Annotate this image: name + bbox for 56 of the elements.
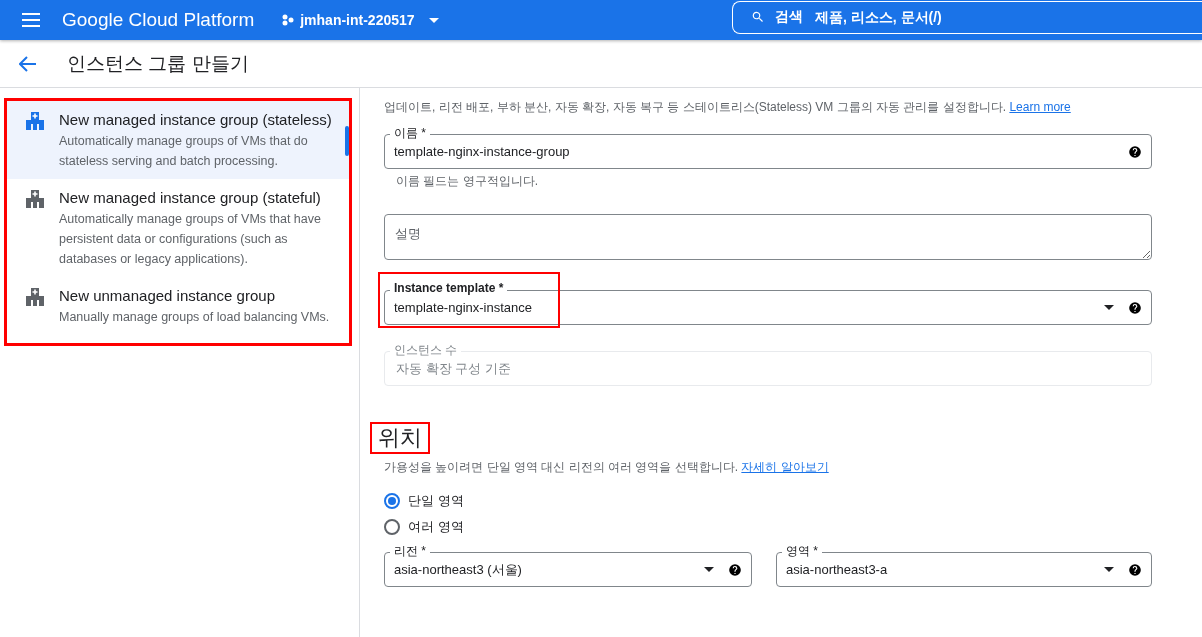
help-icon[interactable]	[1128, 144, 1142, 159]
option-title: New unmanaged instance group	[59, 286, 276, 306]
option-description: Automatically manage groups of VMs that do stateless serving and batch processing.	[59, 133, 309, 170]
group-type-option[interactable]: New managed instance group (stateful) Automatically manage groups of VMs that have persistent data or configurations (such as databases or legacy applications).	[7, 179, 349, 277]
option-title: New managed instance group (stateful)	[59, 188, 322, 208]
help-icon[interactable]	[1128, 300, 1142, 315]
scroll-indicator	[345, 126, 349, 156]
dropdown-caret-icon	[428, 17, 439, 23]
search-field[interactable]: 검색 제품, 리소스, 문서(/)	[732, 0, 1202, 34]
help-icon[interactable]	[1128, 562, 1142, 577]
instance-group-icon	[25, 111, 45, 131]
dropdown-caret-icon	[704, 567, 714, 572]
location-select[interactable]: 영역 * asia-northeast3-a	[776, 543, 1152, 587]
learn-more-link[interactable]: Learn more	[1009, 100, 1071, 114]
field-value: template-nginx-instance	[394, 300, 534, 315]
back-arrow-icon[interactable]	[19, 55, 37, 72]
radio-icon[interactable]	[384, 519, 400, 535]
zone-radio-option[interactable]: 단일 영역	[384, 492, 464, 510]
group-type-option[interactable]: New managed instance group (stateless) Automatically manage groups of VMs that do stateless serving and batch processing.	[7, 101, 349, 179]
location-text: 가용성을 높이려면 단일 영역 대신 리전의 여러 영역을 선택합니다. 자세히 알아보기	[384, 459, 830, 476]
project-selector[interactable]: jmhan-int-220517	[276, 11, 445, 29]
location-select[interactable]: 리전 * asia-northeast3 (서울)	[384, 543, 752, 587]
option-description: Manually manage groups of load balancing VMs.	[59, 309, 330, 326]
field-label: 인스턴스 수	[390, 342, 462, 359]
template-select[interactable]: Instance template * template-nginx-instance	[384, 281, 1152, 325]
field-label: 리전 *	[390, 543, 430, 560]
search-input[interactable]: 제품, 리소스, 문서(/)	[813, 8, 1202, 26]
option-title: New managed instance group (stateless)	[59, 110, 333, 130]
learn-more-link[interactable]: 자세히 알아보기	[741, 460, 829, 474]
name-field[interactable]: 이름 * template-nginx-instance-group	[384, 125, 1152, 169]
field-label: 이름 *	[390, 125, 430, 142]
dropdown-caret-icon	[1104, 305, 1114, 310]
field-value: asia-northeast3 (서울)	[394, 560, 523, 579]
dropdown-caret-icon	[1104, 567, 1114, 572]
search-label: 검색	[775, 8, 803, 26]
instance-group-icon	[25, 189, 45, 209]
field-label: Instance template *	[390, 281, 508, 295]
instance-group-icon	[25, 287, 45, 307]
search-icon	[751, 10, 765, 24]
option-description: Automatically manage groups of VMs that have persistent data or configurations (such as databases or legacy applications).	[59, 211, 322, 268]
instance-count-field: 인스턴스 수 자동 확장 구성 기준	[384, 342, 1152, 386]
menu-icon[interactable]	[22, 13, 40, 27]
project-icon	[282, 14, 295, 26]
product-name[interactable]: Google Cloud Platform	[62, 9, 255, 31]
zone-radio-option[interactable]: 여러 영역	[384, 518, 464, 536]
intro-text: 업데이트, 리전 배포, 부하 분산, 자동 확장, 자동 복구 등 스테이트리스(Stateless) VM 그룹의 자동 관리를 설정합니다. Learn more	[384, 99, 1072, 116]
field-label: 영역 *	[782, 543, 822, 560]
description-field[interactable]: 설명	[384, 214, 1152, 260]
radio-icon[interactable]	[384, 493, 400, 509]
group-type-option[interactable]: New unmanaged instance group Manually manage groups of load balancing VMs.	[7, 277, 349, 335]
section-heading: 위치	[370, 422, 430, 454]
page-title: 인스턴스 그룹 만들기	[67, 51, 249, 76]
field-value: asia-northeast3-a	[786, 562, 889, 577]
help-icon[interactable]	[728, 562, 742, 577]
field-value: template-nginx-instance-group	[394, 144, 571, 159]
field-hint: 이름 필드는 영구적입니다.	[396, 173, 539, 190]
